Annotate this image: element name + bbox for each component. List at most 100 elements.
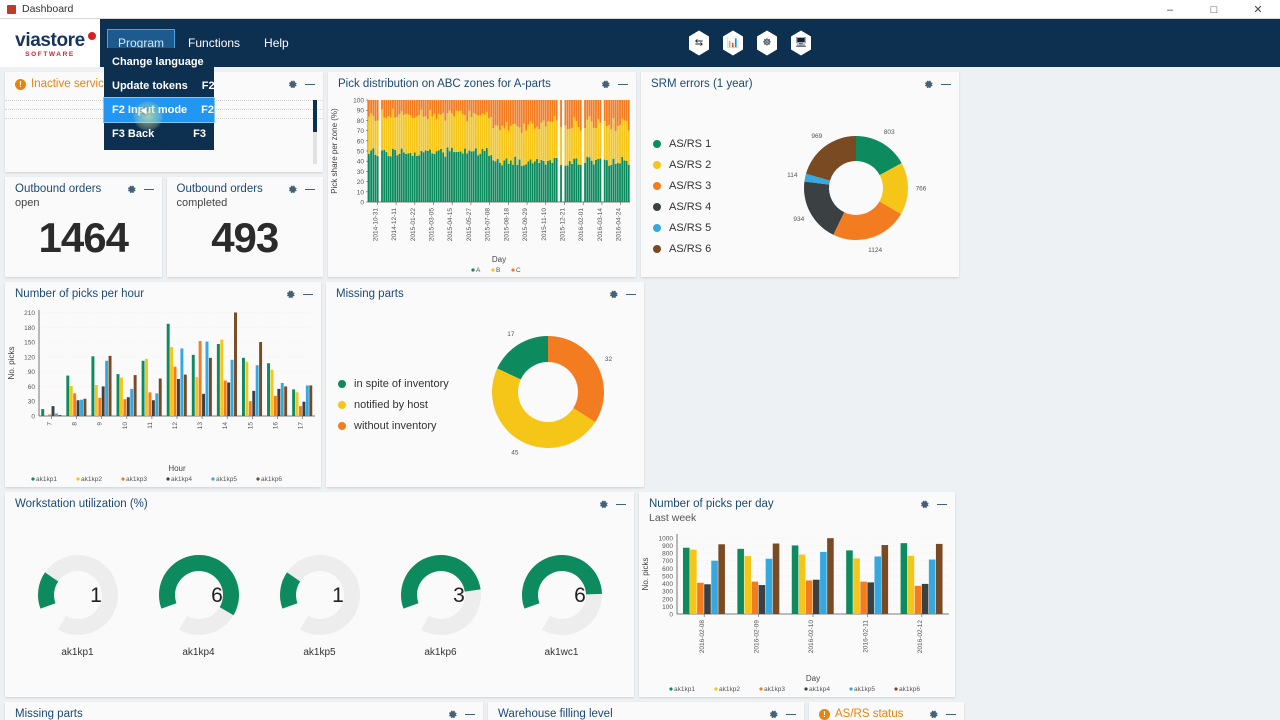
svg-text:2015-12-21: 2015-12-21 [560,208,567,242]
minimize-button[interactable]: – [1148,0,1192,19]
gear-icon[interactable] [608,289,619,300]
card-picks-per-day: Number of picks per day Last week 0 100 20… [639,492,955,697]
collapse-icon[interactable] [143,188,154,190]
collapse-icon[interactable] [305,188,315,190]
warning-icon: ! [819,708,830,720]
svg-text:100: 100 [353,98,364,105]
menu-item-update-tokens[interactable]: Update tokens F2 [104,74,215,98]
vertical-scrollbar[interactable] [313,100,317,164]
gear-icon[interactable] [600,79,611,90]
svg-text:766: 766 [916,186,927,193]
gauge-label: ak1kp1 [61,646,94,658]
collapse-icon[interactable] [937,503,947,505]
svg-text:12: 12 [172,422,179,430]
svg-text:0: 0 [360,200,364,207]
gear-icon[interactable] [126,184,137,195]
gauge-arc: 1 [37,554,118,635]
svg-text:600: 600 [662,566,673,573]
pick-distribution-chart: 0 10 20 30 40 50 60 70 80 90 100 2014-10-31 2014-12-… [330,98,630,274]
menu-item-input-mode[interactable]: F2 Input mode F2 [103,97,215,123]
svg-text:30: 30 [357,169,365,176]
monitor-icon[interactable]: 🖥 [790,30,812,56]
svg-text:2016-03-14: 2016-03-14 [597,208,604,242]
svg-text:2015-03-05: 2015-03-05 [429,208,436,242]
collapse-icon[interactable] [941,83,951,85]
menu-help-label: Help [264,36,289,50]
svg-text:2015-01-22: 2015-01-22 [410,208,417,242]
menu-item-change-language[interactable]: Change language [104,50,214,74]
svg-text:90: 90 [357,108,365,115]
card-title: Workstation utilization (%) [15,498,148,510]
card-missing-parts-chart: Missing parts in spite of inventory notif… [326,282,644,487]
card-title: SRM errors (1 year) [651,78,753,90]
menu-item-back[interactable]: F3 Back F3 [104,122,214,146]
svg-text:13: 13 [197,422,204,430]
svg-text:2015-08-18: 2015-08-18 [503,208,510,242]
svg-text:0: 0 [669,612,673,619]
collapse-icon[interactable] [465,713,475,715]
window-title: Dashboard [22,3,74,15]
svg-text:No. picks: No. picks [7,347,16,380]
gear-icon[interactable] [919,499,930,510]
collapse-icon[interactable] [946,713,956,715]
svg-text:7: 7 [47,422,54,426]
svg-text:934: 934 [793,216,804,223]
svg-text:2014-10-31: 2014-10-31 [372,208,379,242]
svg-text:2016-02-11: 2016-02-11 [862,620,869,653]
missing-parts-donut-chart: 32 45 17 [492,331,613,457]
logo-dot-icon [87,32,96,40]
close-button[interactable]: ✕ [1236,0,1280,19]
svg-text:Pick share per zone (%): Pick share per zone (%) [330,108,339,194]
collapse-icon[interactable] [626,293,636,295]
srm-donut-chart: 803 766 1124 934 114 969 [787,129,927,254]
gear-icon[interactable] [287,79,298,90]
transfer-icon[interactable]: ⇆ [688,30,710,56]
svg-text:114: 114 [787,172,798,179]
gear-icon[interactable] [598,499,609,510]
card-picks-per-hour: Number of picks per hour 0 30 60 90 120 150 18… [5,282,321,487]
svg-text:500: 500 [662,573,673,580]
gauge-label: ak1kp6 [424,646,457,658]
gauge-ak1kp6: 3 ak1kp6 [394,548,488,658]
card-title: AS/RS status [835,708,904,720]
program-dropdown-menu[interactable]: Change language Update tokens F2 F2 Inpu… [103,48,215,150]
collapse-icon[interactable] [616,503,626,505]
svg-text:90: 90 [28,369,36,376]
collapse-icon[interactable] [305,83,315,85]
svg-text:14: 14 [222,422,229,430]
gear-icon[interactable] [768,709,779,720]
collapse-icon[interactable] [786,713,796,715]
menu-help[interactable]: Help [254,30,299,56]
card-title: Number of picks per hour [15,288,145,300]
viastore-logo: viastore SOFTWARE [0,19,100,67]
maximize-button[interactable]: □ [1192,0,1236,19]
picks-per-hour-chart: 0 30 60 90 120 150 180 210 7 8 9 10 11 12 13 14 15 16 17 No… [7,310,315,483]
bar-chart-icon[interactable]: 📊 [722,30,744,56]
svg-text:10: 10 [357,189,365,196]
svg-text:A: A [476,267,481,274]
svg-text:120: 120 [24,354,35,361]
network-icon[interactable]: ☸ [756,30,778,56]
svg-text:803: 803 [884,129,895,136]
svg-text:2015-09-29: 2015-09-29 [522,208,529,242]
outbound-completed-value: 493 [211,214,279,261]
svg-text:ak1kp6: ak1kp6 [261,476,282,483]
svg-text:16: 16 [272,422,279,430]
gear-icon[interactable] [928,709,939,720]
svg-text:Hour: Hour [168,464,186,473]
card-warehouse-filling: Warehouse filling level 0102030405060708… [488,702,804,720]
card-pick-distribution: Pick distribution on ABC zones for A-par… [328,72,636,277]
card-subtitle: open [15,197,40,209]
svg-text:2015-04-15: 2015-04-15 [447,208,454,242]
gear-icon[interactable] [923,79,934,90]
gauge-ak1wc1: 6 ak1wc1 [515,548,609,658]
svg-text:ak1kp5: ak1kp5 [216,476,237,483]
svg-text:900: 900 [662,543,673,550]
gear-icon[interactable] [447,709,458,720]
svg-text:ak1kp2: ak1kp2 [81,476,102,483]
gear-icon[interactable] [285,289,296,300]
svg-text:100: 100 [662,604,673,611]
gear-icon[interactable] [287,184,298,195]
collapse-icon[interactable] [303,293,313,295]
collapse-icon[interactable] [618,83,628,85]
